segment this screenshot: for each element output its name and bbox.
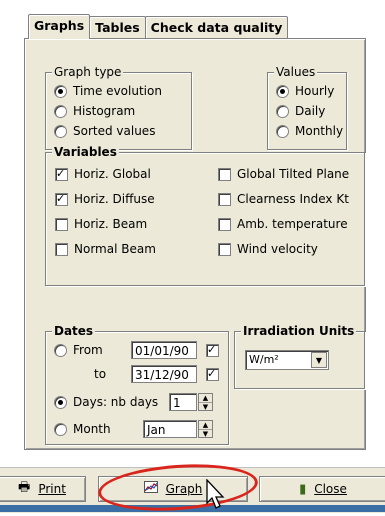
radio-sorted-values[interactable]: Sorted values — [54, 124, 155, 138]
radio-month[interactable]: Month — [54, 422, 111, 436]
checkbox[interactable] — [218, 217, 231, 231]
radio-label: Days: nb days — [73, 395, 159, 409]
check-wind-velocity[interactable]: Wind velocity — [218, 242, 318, 256]
irradiation-units-select[interactable]: W/m² ▼ — [245, 350, 329, 370]
check-horiz-diffuse[interactable]: Horiz. Diffuse — [55, 191, 155, 207]
radio-button[interactable] — [276, 84, 289, 98]
graphs-dialog: Graphs Tables Check data quality Graph t… — [0, 0, 385, 516]
month-input[interactable]: Jan — [143, 420, 197, 438]
check-clearness-index[interactable]: Clearness Index Kt — [218, 192, 349, 206]
radio-button[interactable] — [54, 84, 67, 98]
to-date-input[interactable]: 31/12/90 — [131, 365, 197, 383]
days-spinner[interactable]: ▲ ▼ — [198, 393, 213, 411]
to-label: to — [94, 367, 107, 381]
radio-label: Daily — [295, 104, 326, 118]
chart-icon — [143, 481, 158, 497]
graph-type-group: Graph type Time evolution Histogram Sort… — [45, 65, 192, 150]
radio-label: Histogram — [73, 104, 136, 118]
radio-button[interactable] — [276, 124, 289, 138]
checkbox[interactable] — [55, 217, 68, 231]
checkbox-label: Normal Beam — [74, 242, 156, 256]
from-date-checkbox[interactable] — [206, 342, 219, 358]
irradiation-units-value: W/m² — [249, 353, 279, 366]
check-horiz-beam[interactable]: Horiz. Beam — [55, 217, 147, 231]
dates-group: Dates From 01/01/90 to 31/12/90 Days: nb… — [45, 324, 229, 445]
checkbox[interactable] — [218, 192, 231, 206]
door-icon: ▮ — [299, 481, 307, 497]
radio-button[interactable] — [54, 124, 67, 138]
spin-up-icon[interactable]: ▲ — [199, 421, 212, 430]
check-normal-beam[interactable]: Normal Beam — [55, 242, 156, 256]
radio-button[interactable] — [54, 422, 67, 436]
checkbox[interactable] — [55, 166, 68, 182]
radio-label: Month — [73, 422, 111, 436]
radio-daily[interactable]: Daily — [276, 104, 325, 118]
checkbox-label: Global Tilted Plane — [237, 167, 350, 181]
checkbox[interactable] — [218, 167, 231, 181]
checkbox[interactable] — [55, 242, 68, 256]
graphs-panel: Graph type Time evolution Histogram Sort… — [24, 38, 366, 450]
check-global-tilted-plane[interactable]: Global Tilted Plane — [218, 167, 349, 181]
tab-strip: Graphs Tables Check data quality — [28, 14, 289, 39]
checkbox[interactable] — [218, 242, 231, 256]
radio-from[interactable]: From — [54, 343, 103, 357]
checkbox-label: Amb. temperature — [237, 217, 348, 231]
checkbox-label: Clearness Index Kt — [237, 192, 349, 206]
values-group: Values Hourly Daily Monthly — [267, 65, 347, 150]
close-label: Close — [314, 482, 347, 496]
mouse-cursor-icon — [206, 479, 225, 509]
tab-graphs[interactable]: Graphs — [28, 14, 91, 39]
checkbox-label: Horiz. Diffuse — [74, 192, 155, 206]
radio-button[interactable] — [54, 343, 67, 357]
spin-up-icon[interactable]: ▲ — [199, 394, 212, 403]
radio-days[interactable]: Days: nb days — [54, 395, 158, 409]
radio-hourly[interactable]: Hourly — [276, 84, 334, 98]
print-label: Print — [38, 482, 66, 496]
variables-group: Variables Horiz. Global Horiz. Diffuse H… — [45, 145, 365, 286]
irradiation-units-legend: Irradiation Units — [241, 324, 357, 338]
spin-down-icon[interactable]: ▼ — [199, 403, 212, 411]
days-input[interactable]: 1 — [169, 393, 197, 411]
radio-label: Hourly — [295, 84, 335, 98]
checkbox-label: Horiz. Beam — [74, 217, 148, 231]
radio-button[interactable] — [276, 104, 289, 118]
checkbox-label: Horiz. Global — [74, 167, 151, 181]
graph-type-legend: Graph type — [52, 65, 124, 79]
radio-label: From — [73, 343, 103, 357]
radio-label: Monthly — [295, 124, 344, 138]
radio-label: Sorted values — [73, 124, 156, 138]
irradiation-units-group: Irradiation Units W/m² ▼ — [234, 324, 365, 389]
print-button[interactable]: 🖶 Print — [0, 476, 86, 502]
radio-histogram[interactable]: Histogram — [54, 104, 135, 118]
close-button[interactable]: ▮ Close — [259, 476, 385, 502]
check-amb-temperature[interactable]: Amb. temperature — [218, 217, 348, 231]
spin-down-icon[interactable]: ▼ — [199, 430, 212, 438]
values-legend: Values — [274, 65, 318, 79]
radio-label: Time evolution — [73, 84, 162, 98]
check-horiz-global[interactable]: Horiz. Global — [55, 166, 151, 182]
dates-legend: Dates — [52, 324, 96, 338]
checkbox-label: Wind velocity — [237, 242, 318, 256]
radio-time-evolution[interactable]: Time evolution — [54, 84, 162, 98]
tab-check-data-quality[interactable]: Check data quality — [144, 16, 289, 39]
month-spinner[interactable]: ▲ ▼ — [198, 420, 213, 438]
tab-tables[interactable]: Tables — [89, 16, 146, 39]
to-date-checkbox[interactable] — [206, 366, 219, 382]
graph-label: Graph — [165, 482, 203, 496]
variables-legend: Variables — [52, 145, 119, 159]
radio-button[interactable] — [54, 104, 67, 118]
chevron-down-icon[interactable]: ▼ — [311, 352, 327, 368]
from-date-input[interactable]: 01/01/90 — [131, 341, 197, 359]
printer-icon: 🖶 — [18, 480, 31, 495]
radio-button[interactable] — [54, 395, 67, 409]
radio-monthly[interactable]: Monthly — [276, 124, 343, 138]
checkbox[interactable] — [55, 191, 68, 207]
taskbar-strip — [0, 505, 385, 512]
